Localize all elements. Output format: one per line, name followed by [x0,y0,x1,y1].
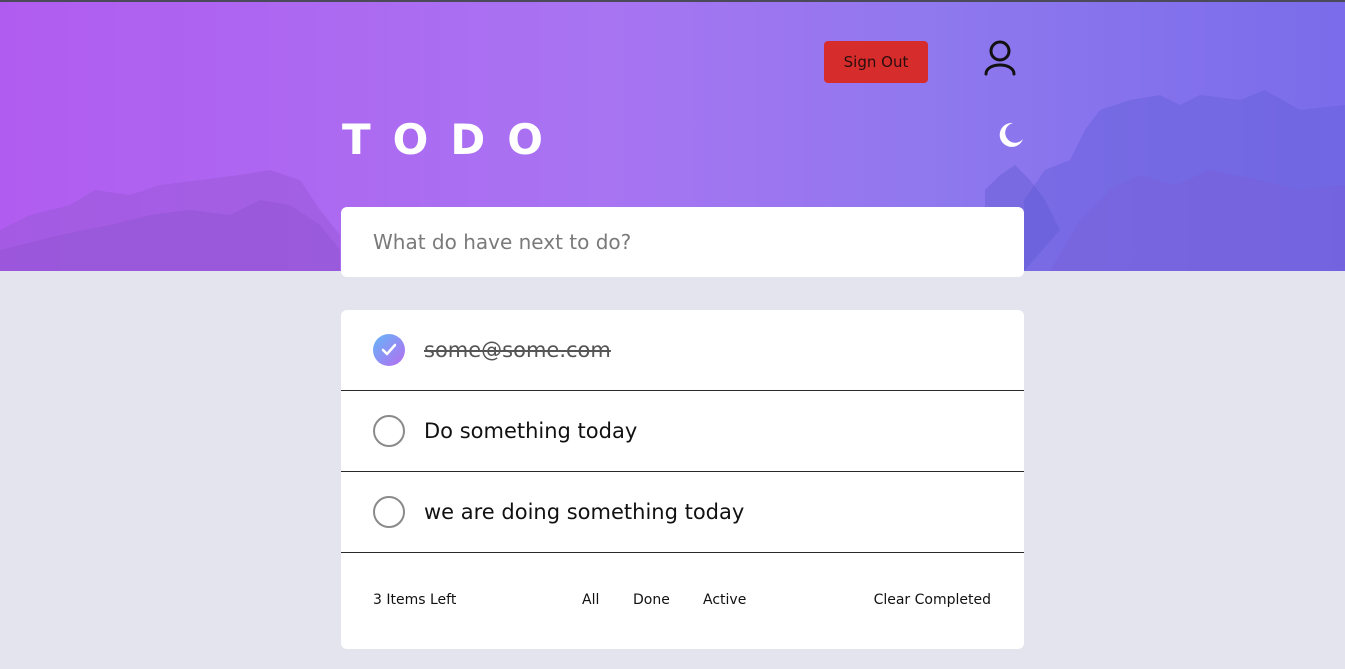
new-todo-container [341,207,1024,277]
todo-item: Do something today [341,391,1024,472]
todo-list: some@some.com Do something today we are … [341,310,1024,649]
sign-out-button[interactable]: Sign Out [824,41,928,83]
todo-text: some@some.com [424,338,611,362]
filter-all[interactable]: All [582,592,599,608]
todo-item: some@some.com [341,310,1024,391]
filter-active[interactable]: Active [703,592,746,608]
todo-text: we are doing something today [424,500,745,524]
todo-checkbox[interactable] [373,496,405,528]
todo-checkbox[interactable] [373,415,405,447]
new-todo-input[interactable] [373,230,993,254]
clear-completed-button[interactable]: Clear Completed [874,592,991,608]
top-border [0,0,1345,2]
user-icon[interactable] [982,40,1018,78]
moon-icon[interactable] [996,121,1024,149]
todo-item: we are doing something today [341,472,1024,553]
todo-footer: 3 Items Left All Done Active Clear Compl… [341,553,1024,648]
todo-text: Do something today [424,419,638,443]
todo-checkbox-checked[interactable] [373,334,405,366]
checkmark-icon [381,343,397,356]
filter-done[interactable]: Done [633,592,670,608]
page-title: TODO [342,115,565,164]
items-left-count: 3 Items Left [373,592,457,608]
page: Sign Out TODO some@some.com Do something… [0,0,1345,669]
